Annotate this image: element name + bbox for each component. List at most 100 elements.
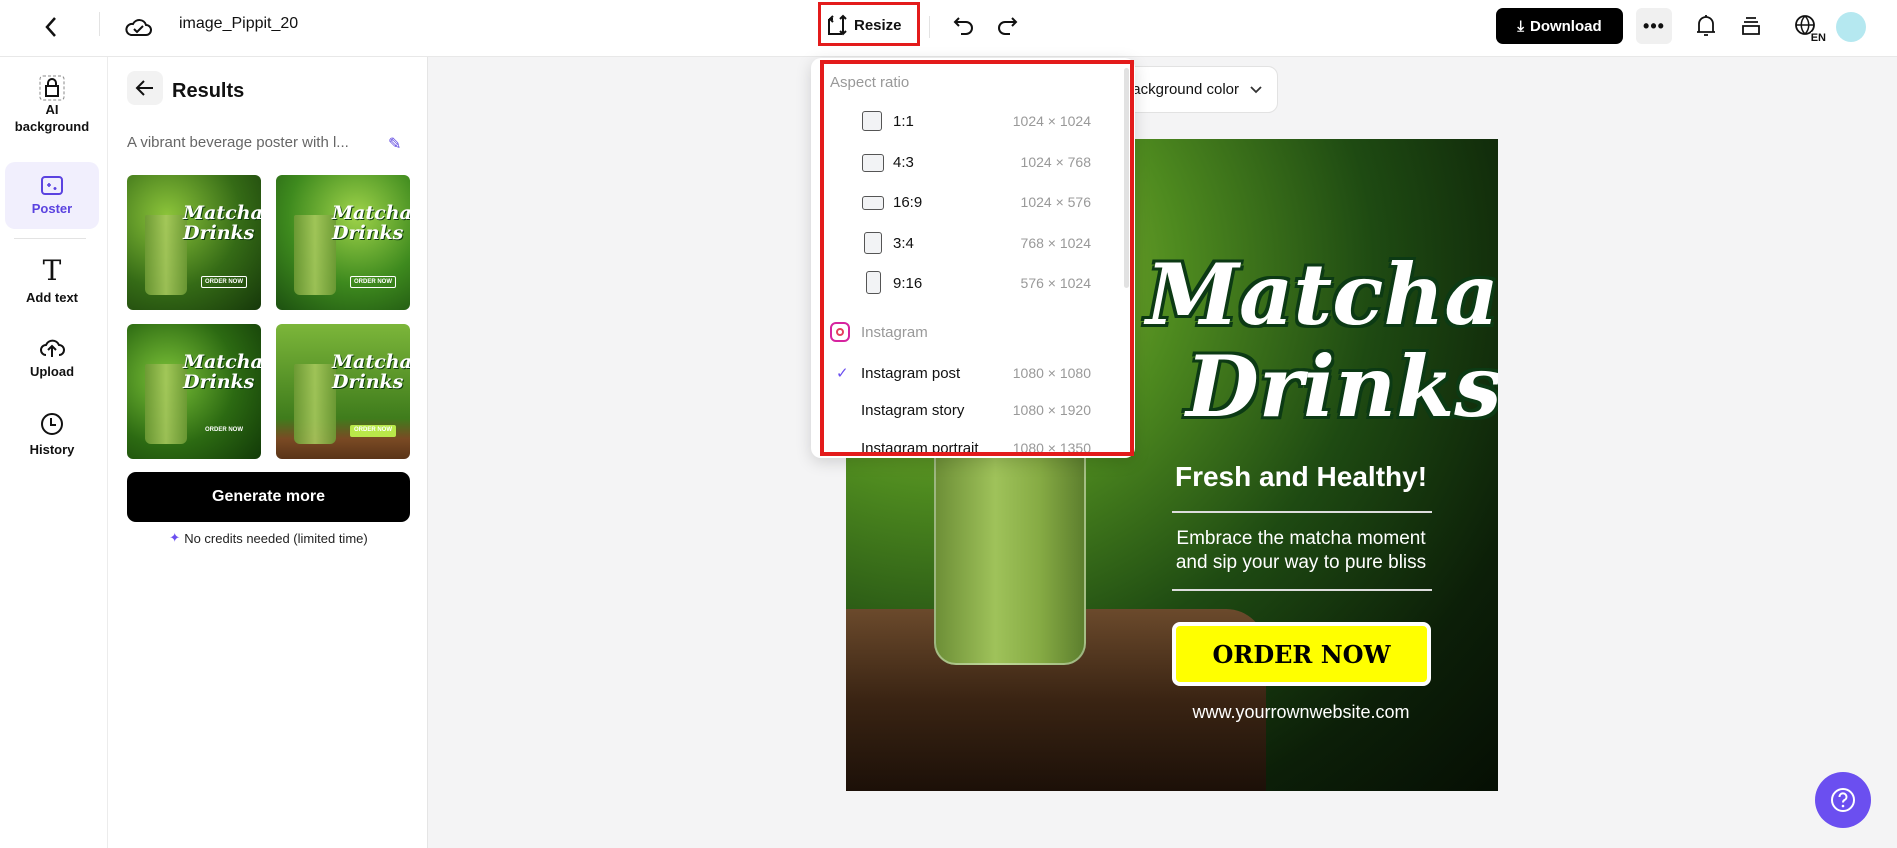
sparkle-icon: ✦ [169,530,181,545]
result-thumbnail[interactable]: Matcha Drinks ORDER NOW [276,175,410,310]
edit-icon[interactable]: ✎ [388,134,401,154]
square-icon [862,111,882,131]
aspect-option-9-16[interactable]: 9:16 576 × 1024 [811,265,1121,301]
rail-label: Poster [31,201,73,216]
order-now-button: ORDER NOW [1172,622,1431,686]
resize-button[interactable]: Resize [826,10,902,40]
credits-note: ✦ No credits needed (limited time) [127,530,410,546]
left-rail: AI background Poster T Add text Upload H… [0,57,108,848]
back-icon[interactable] [36,12,66,42]
rail-item-upload[interactable]: Upload [5,335,99,380]
option-label: 3:4 [893,234,914,252]
option-dims: 1080 × 1920 [1012,402,1091,418]
divider [1172,511,1432,513]
option-dims: 1024 × 576 [1020,194,1091,210]
aspect-option-1-1[interactable]: 1:1 1024 × 1024 [811,103,1121,139]
divider [1172,589,1432,591]
undo-icon[interactable] [950,12,978,40]
divider [14,238,86,239]
redo-icon[interactable] [993,12,1021,40]
rail-item-poster[interactable]: Poster [5,162,99,229]
option-label: 9:16 [893,274,923,292]
language-code: EN [1810,32,1826,44]
poster-website: www.yourrownwebsite.com [1192,702,1410,722]
top-bar: image_Pippit_20 Resize ⤓ Download ••• EN [0,0,1897,57]
upload-icon [40,339,65,357]
instagram-option-portrait[interactable]: Instagram portrait 1080 × 1350 [811,430,1121,458]
rail-label: History [29,442,75,457]
poster-body: Embrace the matcha moment and sip your wa… [1156,527,1446,575]
document-title[interactable]: image_Pippit_20 [179,15,298,33]
option-dims: 768 × 1024 [1020,235,1091,251]
result-thumbnail[interactable]: Matcha Drinks ORDER NOW [276,324,410,459]
portrait-icon [864,232,882,254]
prompt-text: A vibrant beverage poster with l... [127,134,349,151]
wide-icon [862,196,884,210]
more-options-button[interactable]: ••• [1636,8,1672,44]
aspect-option-4-3[interactable]: 4:3 1024 × 768 [811,144,1121,180]
download-label: Download [1529,17,1602,35]
option-dims: 1080 × 1350 [1012,440,1091,456]
poster-headline: Matcha Drinks [1146,245,1498,436]
download-icon: ⤓ [1517,17,1524,35]
background-color-label: Background color [1122,81,1239,98]
poster-tagline: Fresh and Healthy! [1174,461,1428,492]
body-line: Embrace the matcha moment [1176,528,1426,549]
ai-background-icon [39,75,65,101]
rail-label: Add text [26,290,78,305]
credits-text: No credits needed (limited time) [184,530,368,546]
download-button[interactable]: ⤓ Download [1496,8,1623,44]
aspect-option-3-4[interactable]: 3:4 768 × 1024 [811,225,1121,261]
chevron-down-icon [1250,85,1262,93]
option-label: Instagram post [861,364,961,382]
resize-icon [828,14,847,36]
language-button[interactable]: EN [1788,10,1826,44]
aspect-option-16-9[interactable]: 16:9 1024 × 576 [811,184,1121,220]
panel-title: Results [172,80,245,102]
history-icon [41,413,63,435]
headline-line: Drinks [1186,337,1498,436]
check-icon: ✓ [836,365,849,382]
option-label: 16:9 [893,193,923,211]
option-dims: 1024 × 768 [1020,154,1091,170]
instagram-option-story[interactable]: Instagram story 1080 × 1920 [811,392,1121,428]
generate-more-button[interactable]: Generate more [127,472,410,522]
cloud-saved-icon[interactable] [122,12,154,42]
section-heading: Instagram [861,324,928,341]
option-dims: 1024 × 1024 [1012,113,1091,129]
poster-icon [41,176,63,195]
rail-item-ai-background[interactable]: AI background [5,75,99,135]
instagram-icon [830,322,850,342]
option-dims: 576 × 1024 [1020,275,1091,291]
results-panel: Results A vibrant beverage poster with l… [108,57,428,848]
option-label: 1:1 [893,112,914,130]
text-icon: T [42,254,62,287]
instagram-option-post[interactable]: ✓ Instagram post 1080 × 1080 [811,355,1121,391]
bell-icon[interactable] [1690,10,1722,42]
rail-item-add-text[interactable]: T Add text [5,257,99,306]
dropdown-scrollbar[interactable] [1124,68,1129,288]
help-button[interactable] [1815,772,1871,828]
result-thumbnail[interactable]: Matcha Drinks ORDER NOW [127,324,261,459]
rail-item-history[interactable]: History [5,411,99,458]
resize-label: Resize [854,16,902,34]
result-thumbnail[interactable]: Matcha Drinks ORDER NOW [127,175,261,310]
tall-icon [866,271,881,294]
section-heading: Aspect ratio [830,74,910,91]
rail-label: Upload [29,364,75,379]
option-dims: 1080 × 1080 [1012,365,1091,381]
question-icon [1831,788,1855,812]
option-label: Instagram portrait [861,439,979,457]
divider [99,12,100,36]
body-line: and sip your way to pure bliss [1175,552,1427,573]
option-label: 4:3 [893,153,914,171]
resize-dropdown: Aspect ratio 1:1 1024 × 1024 4:3 1024 × 76… [811,58,1135,458]
headline-line: Matcha [1146,245,1498,344]
rail-label: AI background [14,102,90,134]
results-back-button[interactable] [127,71,163,105]
avatar[interactable] [1836,12,1866,42]
arrow-left-icon [135,80,153,96]
option-label: Instagram story [861,401,965,419]
layers-icon[interactable] [1735,10,1767,42]
landscape-icon [862,154,884,172]
